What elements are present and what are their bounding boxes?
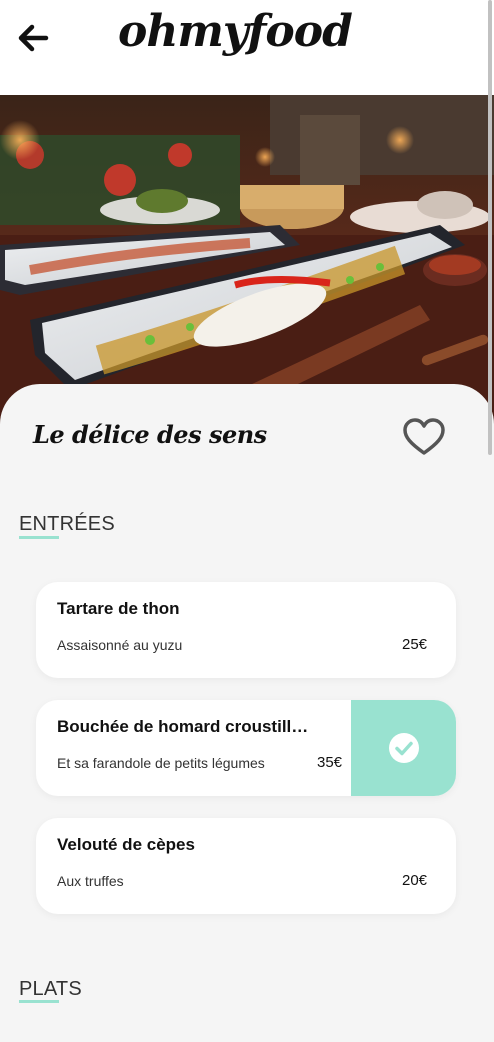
favorite-button[interactable] [400,415,448,459]
heart-outline-icon [403,418,445,455]
app-logo[interactable]: ohmyfood [118,6,353,57]
dish-name: Velouté de cèpes [57,835,195,854]
dish-card-veloute[interactable]: Velouté de cèpes Aux truffes 20€ [36,818,456,914]
dish-card-tartare[interactable]: Tartare de thon Assaisonné au yuzu 25€ [36,582,456,678]
scrollbar[interactable] [488,0,492,455]
dish-name: Tartare de thon [57,599,180,618]
dish-description: Aux truffes [57,873,124,889]
dish-price: 20€ [402,872,428,889]
section-underline [19,1000,59,1003]
dish-selected-indicator[interactable] [351,700,456,796]
restaurant-title: Le délice des sens [33,420,267,449]
dish-description: Et sa farandole de petits légumes [57,755,265,771]
dish-description: Assaisonné au yuzu [57,637,183,653]
dish-price: 35€ [317,754,343,771]
section-title-entrees: ENTRÉES [19,513,115,535]
arrow-left-icon [18,24,49,52]
dish-card-bouchee[interactable]: Bouchée de homard croustillante Et sa fa… [36,700,456,796]
section-title-plats: PLATS [19,978,82,1000]
dish-name: Bouchée de homard croustillante [57,717,315,736]
check-icon [389,733,419,763]
section-underline [19,536,59,539]
dish-price: 25€ [402,636,428,653]
restaurant-hero-image [0,95,494,425]
back-button[interactable] [14,18,54,58]
app-header: ohmyfood [0,0,494,95]
